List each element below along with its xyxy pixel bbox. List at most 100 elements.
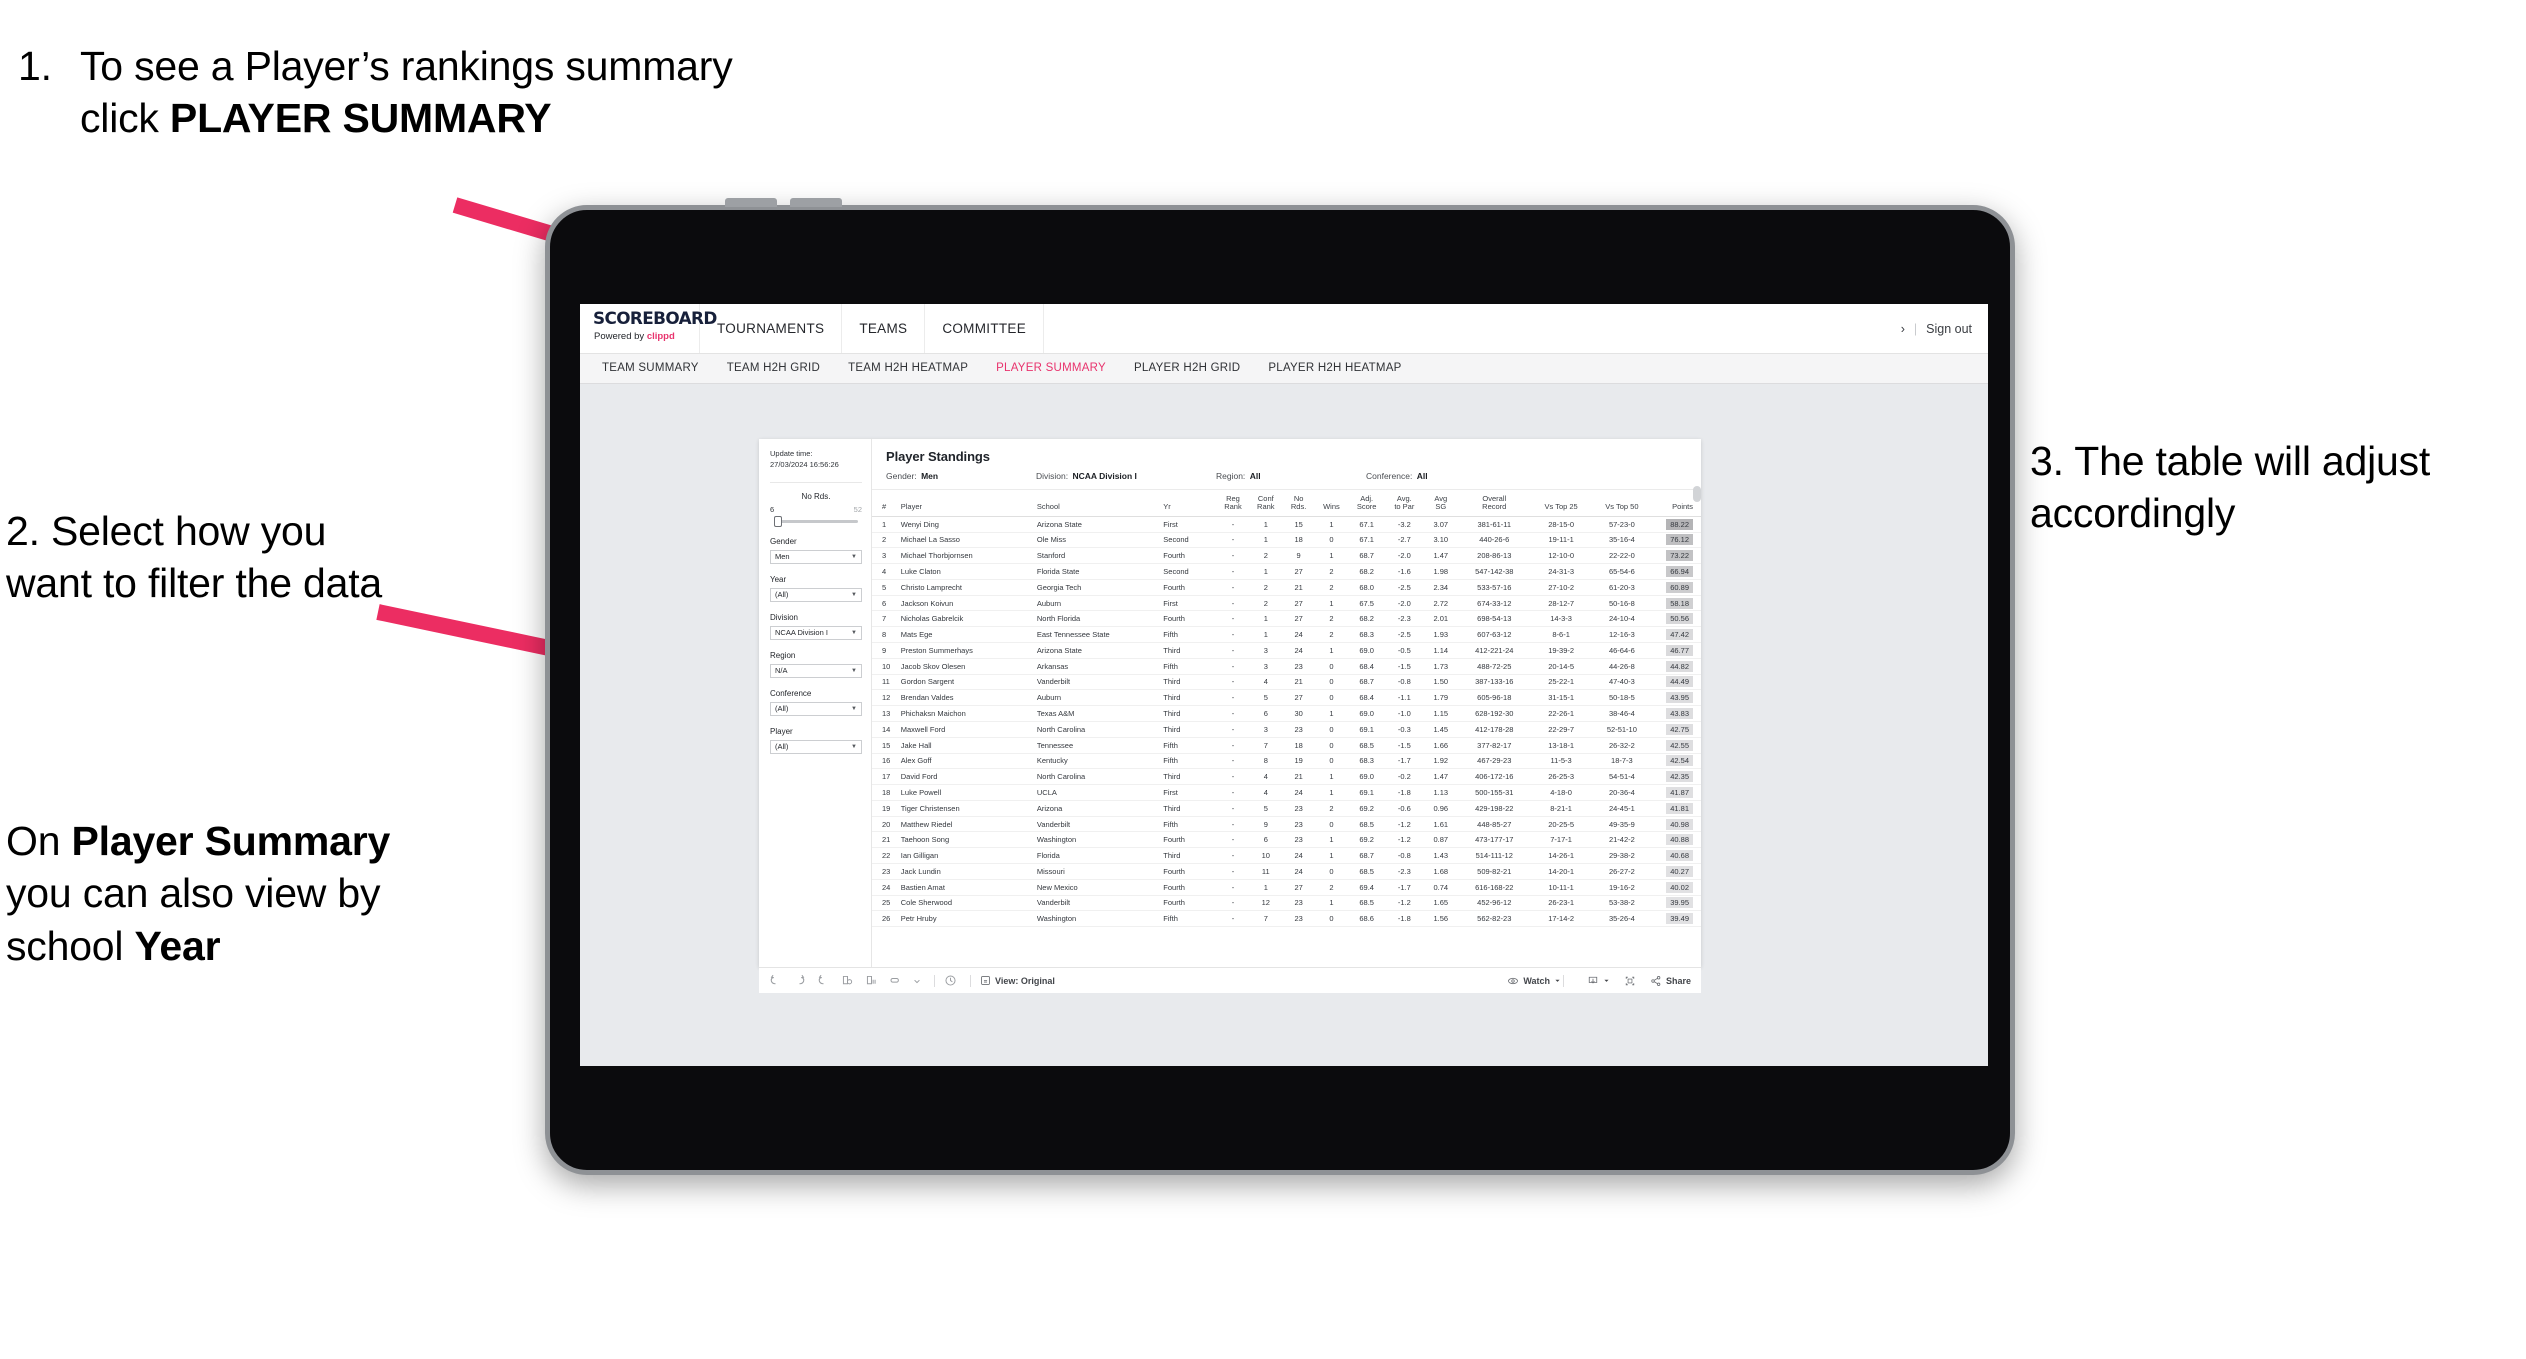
table-scrollbar[interactable] [1693, 486, 1701, 967]
avg-to-par-cell: -0.5 [1384, 642, 1424, 659]
player-select[interactable]: (All) ▼ [770, 739, 862, 754]
watch-button[interactable]: Watch [1507, 975, 1561, 987]
redo-icon[interactable] [793, 974, 806, 987]
table-row[interactable]: 18 Luke Powell UCLA First -4 24 1 69.1 -1.8 1.13 5… [872, 784, 1701, 801]
toolbar-divider [934, 974, 935, 987]
table-row[interactable]: 4 Luke Claton Florida State Second -1 27 2 68.2… [872, 563, 1701, 580]
slider-handle[interactable] [774, 515, 782, 527]
no-rds-min: 6 [770, 504, 775, 514]
table-row[interactable]: 3 Michael Thorbjornsen Stanford Fourth -2 9 1 6… [872, 547, 1701, 565]
col-rank[interactable]: # [872, 490, 899, 517]
table-row[interactable]: 5 Christo Lamprecht Georgia Tech Fourth -2 21… [872, 579, 1701, 596]
table-row[interactable]: 19 Tiger Christensen Arizona Third -5 23 2 69.2… [872, 800, 1701, 817]
adj-score-cell: 68.7 [1348, 547, 1385, 565]
nav-teams[interactable]: TEAMS [842, 304, 926, 353]
table-row[interactable]: 15 Jake Hall Tennessee Fifth -7 18 0 68.5 -1.5 1.… [872, 737, 1701, 754]
sign-out-link[interactable]: Sign out [1926, 322, 1972, 336]
summary-region-value: All [1249, 471, 1261, 481]
reg-rank-cell: - [1217, 626, 1249, 644]
vs-top50-cell: 57-23-0 [1591, 516, 1653, 533]
school-cell: Auburn [1034, 689, 1162, 707]
revert-icon[interactable] [817, 974, 830, 987]
table-row[interactable]: 6 Jackson Koivun Auburn First -2 27 1 67.5 -2.0 2… [872, 595, 1701, 612]
view-original-button[interactable]: View: Original [980, 975, 1055, 986]
conf-rank-cell: 4 [1248, 784, 1283, 801]
share-button[interactable]: Share [1650, 975, 1691, 987]
table-row[interactable]: 20 Matthew Riedel Vanderbilt Fifth -9 23 0 68.5… [872, 816, 1701, 833]
vs-top25-cell: 10-11-1 [1530, 879, 1592, 896]
year-cell: Third [1161, 721, 1218, 738]
col-reg-rank[interactable]: Reg Rank [1217, 490, 1249, 517]
wins-cell: 0 [1314, 863, 1349, 880]
nav-committee[interactable]: COMMITTEE [925, 304, 1045, 353]
rank-cell: 19 [872, 800, 899, 817]
table-row[interactable]: 14 Maxwell Ford North Carolina Third -3 23 0 69… [872, 721, 1701, 738]
col-avg-sg[interactable]: Avg SG [1423, 490, 1458, 517]
table-row[interactable]: 25 Cole Sherwood Vanderbilt Fourth -12 23 1 68.… [872, 895, 1701, 912]
tab-player-summary[interactable]: PLAYER SUMMARY [982, 354, 1120, 384]
chevron-down-icon: ▼ [851, 591, 857, 598]
year-select[interactable]: (All) ▼ [770, 587, 862, 602]
table-row[interactable]: 21 Taehoon Song Washington Fourth -6 23 1 69.2-… [872, 831, 1701, 849]
col-school[interactable]: School [1034, 490, 1162, 517]
vs-top25-cell: 26-25-3 [1530, 768, 1592, 786]
scrollbar-thumb[interactable] [1693, 486, 1701, 502]
undo-icon[interactable] [769, 974, 782, 987]
download-button[interactable] [1587, 975, 1610, 987]
pause-icon[interactable] [865, 974, 878, 987]
conference-label: Conference [770, 688, 812, 698]
avg-sg-cell: 0.74 [1423, 879, 1458, 896]
table-row[interactable]: 11 Gordon Sargent Vanderbilt Third -4 21 0 68.7… [872, 674, 1701, 691]
col-overall-record[interactable]: Overall Record [1457, 490, 1531, 517]
col-vs-top-50[interactable]: Vs Top 50 [1591, 490, 1653, 517]
tab-team-h2h-grid[interactable]: TEAM H2H GRID [713, 354, 834, 384]
region-select[interactable]: N/A ▼ [770, 663, 862, 678]
table-row[interactable]: 17 David Ford North Carolina Third -4 21 1 69.0… [872, 768, 1701, 786]
vs-top50-cell: 61-20-3 [1591, 579, 1653, 596]
chevron-right-icon[interactable]: › [1901, 322, 1905, 336]
table-row[interactable]: 1 Wenyi Ding Arizona State First -1 15 1 67.1 -3… [872, 516, 1701, 533]
conference-select[interactable]: (All) ▼ [770, 701, 862, 716]
col-player[interactable]: Player [898, 490, 1035, 517]
gender-select[interactable]: Men ▼ [770, 549, 862, 564]
col-conf-rank[interactable]: Conf Rank [1248, 490, 1283, 517]
table-row[interactable]: 12 Brendan Valdes Auburn Third -5 27 0 68.4 -1.1… [872, 689, 1701, 707]
col-reg-rank-l2: Rank [1224, 502, 1242, 512]
tab-player-h2h-grid[interactable]: PLAYER H2H GRID [1120, 354, 1254, 384]
no-rds-cell: 23 [1282, 910, 1315, 928]
no-rds-slider[interactable] [772, 515, 860, 527]
col-wins[interactable]: Wins [1314, 490, 1349, 517]
avg-to-par-cell: -1.7 [1384, 753, 1424, 770]
tab-team-summary[interactable]: TEAM SUMMARY [588, 354, 713, 384]
col-adj-score[interactable]: Adj. Score [1348, 490, 1385, 517]
clock-icon[interactable] [944, 974, 957, 987]
annotation-step-1: 1. To see a Player’s rankings summary cl… [18, 40, 808, 145]
table-row[interactable]: 26 Petr Hruby Washington Fifth -7 23 0 68.6 -1.8… [872, 910, 1701, 928]
table-row[interactable]: 9 Preston Summerhays Arizona State Third -3 2… [872, 642, 1701, 659]
col-no-rds[interactable]: No Rds. [1282, 490, 1315, 517]
caret-down-icon[interactable] [913, 977, 921, 985]
filter-division: Division NCAA Division I ▼ [770, 613, 862, 640]
table-row[interactable]: 22 Ian Gilligan Florida Third -10 24 1 68.7 -0.8… [872, 847, 1701, 864]
fullscreen-button[interactable] [1624, 975, 1636, 987]
tab-player-h2h-heatmap[interactable]: PLAYER H2H HEATMAP [1254, 354, 1415, 384]
year-cell: Third [1161, 847, 1218, 864]
table-row[interactable]: 10 Jacob Skov Olesen Arkansas Fifth -3 23 0 68.… [872, 658, 1701, 675]
device-icon[interactable] [889, 974, 902, 987]
table-row[interactable]: 23 Jack Lundin Missouri Fourth -11 24 0 68.5 -2.… [872, 863, 1701, 880]
table-row[interactable]: 16 Alex Goff Kentucky Fifth -8 19 0 68.3 -1.7 1.9… [872, 753, 1701, 770]
col-yr[interactable]: Yr [1161, 490, 1218, 517]
tab-team-h2h-heatmap[interactable]: TEAM H2H HEATMAP [834, 354, 982, 384]
table-row[interactable]: 13 Phichaksn Maichon Texas A&M Third -6 30 1 69… [872, 705, 1701, 722]
table-row[interactable]: 2 Michael La Sasso Ole Miss Second -1 18 0 67.1… [872, 532, 1701, 549]
refresh-icon[interactable] [841, 974, 854, 987]
wins-cell: 0 [1314, 816, 1349, 833]
division-select[interactable]: NCAA Division I ▼ [770, 625, 862, 640]
brand-logo[interactable]: SCOREBOARD Powered by clippd [580, 304, 717, 353]
nav-tournaments[interactable]: TOURNAMENTS [700, 304, 843, 353]
col-vs-top-25[interactable]: Vs Top 25 [1530, 490, 1592, 517]
table-row[interactable]: 24 Bastien Amat New Mexico Fourth -1 27 2 69.4-… [872, 879, 1701, 896]
table-row[interactable]: 7 Nicholas Gabrelcik North Florida Fourth -1… [872, 610, 1701, 628]
col-avg-to-par[interactable]: Avg. to Par [1384, 490, 1424, 517]
table-row[interactable]: 8 Mats Ege East Tennessee State Fifth -1 24 2 6… [872, 626, 1701, 644]
